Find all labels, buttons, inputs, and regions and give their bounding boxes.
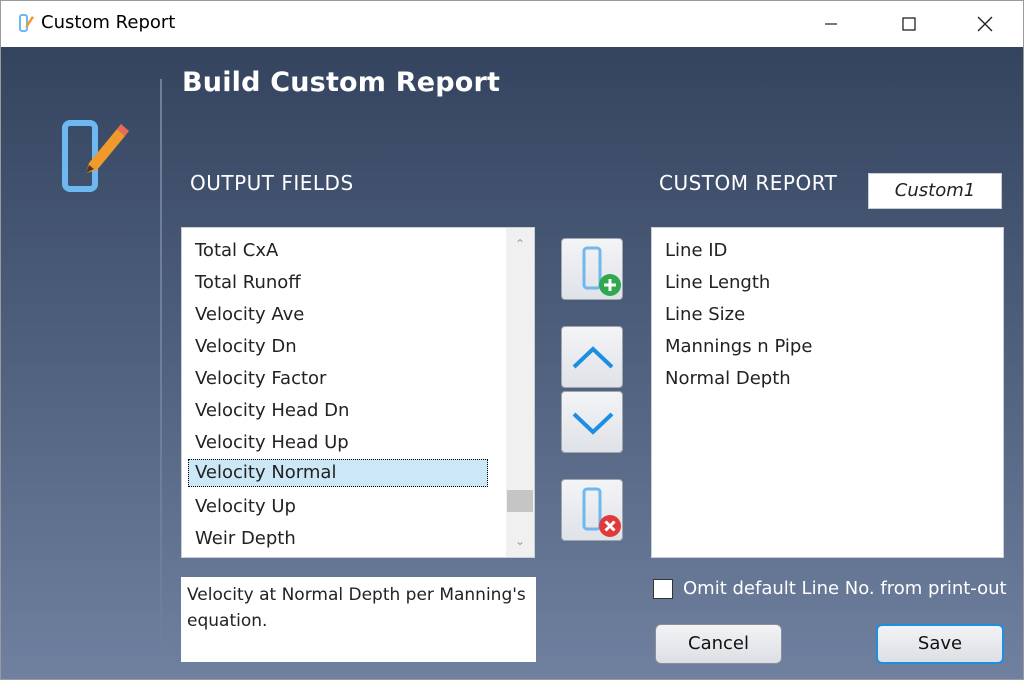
scroll-up-icon[interactable]: ⌃: [506, 234, 534, 254]
move-down-icon: [572, 412, 614, 435]
list-item[interactable]: Weir Depth: [195, 528, 296, 549]
remove-field-button[interactable]: [561, 479, 623, 541]
list-scrollbar[interactable]: ⌃ ⌄: [506, 228, 534, 557]
list-item[interactable]: Velocity Up: [195, 496, 296, 517]
move-up-icon: [572, 346, 614, 369]
add-field-icon: [582, 246, 621, 296]
page-title: Build Custom Report: [182, 67, 501, 98]
list-item[interactable]: Velocity Dn: [195, 336, 297, 357]
list-item[interactable]: Line Size: [665, 304, 745, 325]
save-button[interactable]: Save: [876, 624, 1004, 664]
cancel-button[interactable]: Cancel: [655, 624, 782, 664]
list-item[interactable]: Velocity Factor: [195, 368, 326, 389]
title-bar: Custom Report: [1, 1, 1023, 47]
window-title: Custom Report: [41, 12, 176, 33]
report-edit-icon: [59, 119, 131, 199]
report-name-field[interactable]: Custom1: [868, 173, 1002, 209]
minimize-button[interactable]: [796, 1, 866, 47]
list-item[interactable]: Normal Depth: [665, 368, 791, 389]
dialog-body: Build Custom Report OUTPUT FIELDS CUSTOM…: [1, 47, 1023, 679]
omit-line-no-label[interactable]: Omit default Line No. from print-out: [683, 578, 1007, 599]
close-button[interactable]: [950, 1, 1020, 47]
list-item[interactable]: Total CxA: [195, 240, 278, 261]
output-fields-list[interactable]: Total CxA Total Runoff Velocity Ave Velo…: [181, 227, 535, 558]
list-item-selected[interactable]: Velocity Normal: [188, 459, 488, 487]
scroll-thumb[interactable]: [507, 490, 533, 512]
maximize-icon: [902, 17, 916, 31]
close-icon: [977, 16, 993, 32]
custom-report-label: CUSTOM REPORT: [659, 171, 838, 195]
output-fields-label: OUTPUT FIELDS: [190, 171, 354, 195]
list-item[interactable]: Total Runoff: [195, 272, 301, 293]
scroll-down-icon[interactable]: ⌄: [506, 531, 534, 551]
maximize-button[interactable]: [874, 1, 944, 47]
move-down-button[interactable]: [561, 391, 623, 453]
custom-report-window: Custom Report Build Custom Report OUTPUT…: [0, 0, 1024, 680]
move-up-button[interactable]: [561, 326, 623, 388]
list-item[interactable]: Mannings n Pipe: [665, 336, 812, 357]
add-field-button[interactable]: [561, 238, 623, 300]
omit-line-no-checkbox[interactable]: [653, 579, 673, 599]
list-item[interactable]: Velocity Ave: [195, 304, 304, 325]
divider: [160, 79, 162, 647]
list-item[interactable]: Line Length: [665, 272, 770, 293]
list-item[interactable]: Line ID: [665, 240, 727, 261]
list-item[interactable]: Velocity Head Dn: [195, 400, 349, 421]
report-edit-icon: [17, 12, 37, 34]
minimize-icon: [825, 23, 837, 25]
custom-report-list[interactable]: Line ID Line Length Line Size Mannings n…: [651, 227, 1004, 558]
field-description: Velocity at Normal Depth per Manning's e…: [181, 577, 536, 662]
remove-field-icon: [582, 487, 621, 537]
list-item[interactable]: Velocity Head Up: [195, 432, 349, 453]
